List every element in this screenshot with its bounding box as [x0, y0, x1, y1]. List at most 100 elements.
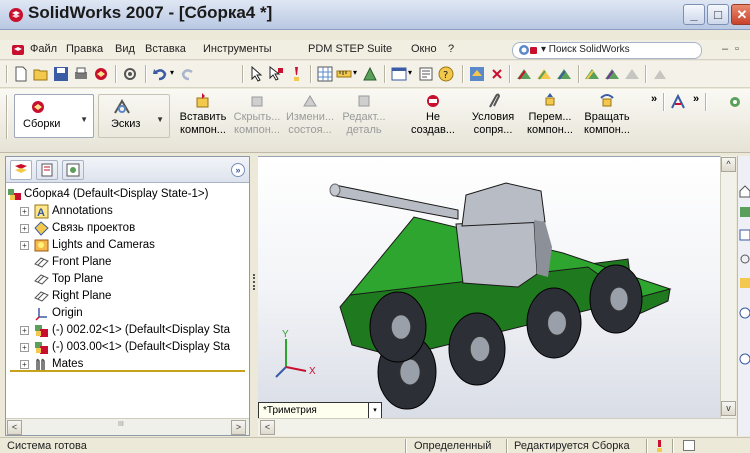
tab-assemblies[interactable]: Сборки ▼ — [14, 94, 94, 138]
assembly-tool-6-icon[interactable] — [624, 66, 640, 82]
undo-icon[interactable] — [152, 66, 168, 82]
mate-command[interactable]: Условия сопря... — [465, 93, 521, 137]
resources-icon[interactable] — [739, 205, 750, 219]
print-icon[interactable] — [73, 66, 89, 82]
viewport-scroll-left-button[interactable]: < — [260, 420, 275, 435]
assembly-tool-3-icon[interactable] — [556, 66, 572, 82]
expand-toggle[interactable]: + — [20, 207, 29, 216]
view-orientation-selector[interactable]: *Триметрия ▾ — [258, 402, 382, 419]
tab-sketch[interactable]: Эскиз ▼ — [98, 94, 170, 138]
tree-item-top-plane[interactable]: Top Plane — [6, 271, 249, 288]
menu-edit[interactable]: Правка — [66, 43, 103, 55]
redo-icon[interactable] — [180, 66, 196, 82]
help-icon[interactable]: ? — [438, 66, 454, 82]
graphics-viewport[interactable]: Y X — [258, 156, 720, 418]
assembly-tool-7-icon[interactable] — [652, 66, 668, 82]
tree-item-component-002[interactable]: + (-) 002.02<1> (Default<Display Sta — [6, 322, 249, 339]
tree-item-design-binder[interactable]: + Связь проектов — [6, 220, 249, 237]
insert-component-command[interactable]: Вставить компон... — [174, 93, 232, 137]
menu-pdm-step-suite[interactable]: PDM STEP Suite — [308, 43, 392, 55]
scroll-grip[interactable]: III — [118, 421, 124, 428]
measure-icon[interactable] — [336, 66, 352, 82]
tree-rollback-bar[interactable] — [10, 370, 245, 372]
tree-item-assembly[interactable]: Сборка4 (Default<Display State-1>) — [6, 186, 249, 203]
viewport-hscroll[interactable]: < — [258, 418, 736, 436]
splitter-grip[interactable] — [253, 274, 256, 290]
doc-restore-button[interactable]: ▫ — [735, 43, 739, 55]
measure-dropdown-icon[interactable]: ▾ — [353, 68, 357, 77]
menu-insert[interactable]: Вставка — [145, 43, 186, 55]
settings-gear-icon[interactable] — [727, 94, 743, 110]
move-component-command[interactable]: Перем... компон... — [522, 93, 578, 137]
tab-feature-tree[interactable] — [10, 160, 32, 180]
command-overflow-button[interactable]: » — [651, 93, 657, 105]
menu-help[interactable]: ? — [448, 43, 454, 55]
minimize-button[interactable]: _ — [683, 4, 705, 25]
view-toolbar-icon[interactable] — [469, 66, 485, 82]
no-external-refs-command[interactable]: Не создав... — [405, 93, 461, 137]
expand-toggle[interactable]: + — [20, 224, 29, 233]
tank-model[interactable]: Y X — [258, 157, 720, 418]
edit-part-command[interactable]: Редакт... деталь — [337, 93, 391, 137]
expand-toggle[interactable]: + — [20, 343, 29, 352]
status-toggle-box[interactable] — [683, 440, 695, 451]
mass-properties-icon[interactable] — [362, 66, 378, 82]
menu-window[interactable]: Окно — [411, 43, 437, 55]
assembly-tool-1-icon[interactable] — [516, 66, 532, 82]
tree-item-annotations[interactable]: + A Annotations — [6, 203, 249, 220]
select-pointer-icon[interactable] — [249, 66, 265, 82]
expand-toggle[interactable]: + — [20, 360, 29, 369]
menu-file[interactable]: Файл — [30, 43, 57, 55]
solidworks-menu-icon[interactable] — [11, 43, 25, 57]
scroll-up-button[interactable]: ^ — [721, 157, 736, 172]
home-icon[interactable] — [739, 184, 750, 198]
collapse-left-icon[interactable] — [739, 306, 750, 320]
options-icon[interactable] — [122, 66, 138, 82]
new-document-icon[interactable] — [13, 66, 29, 82]
smart-fasteners-icon[interactable] — [670, 94, 686, 110]
design-library-icon[interactable] — [739, 228, 750, 242]
collapse-left-icon-2[interactable] — [739, 352, 750, 366]
tree-item-origin[interactable]: Origin — [6, 305, 249, 322]
properties-icon[interactable] — [418, 66, 434, 82]
search-solidworks-box[interactable]: ▾ Поиск SolidWorks — [512, 42, 702, 59]
window-tile-icon[interactable] — [391, 66, 407, 82]
menu-tools[interactable]: Инструменты — [203, 43, 272, 55]
scroll-right-button[interactable]: > — [231, 420, 246, 435]
close-document-icon[interactable] — [489, 66, 505, 82]
close-button[interactable]: ✕ — [731, 4, 750, 25]
file-explorer-icon[interactable] — [739, 252, 750, 266]
expand-toggle[interactable]: + — [20, 326, 29, 335]
doc-minimize-button[interactable]: – — [722, 43, 728, 55]
menu-view[interactable]: Вид — [115, 43, 135, 55]
rebuild-status-icon[interactable] — [655, 440, 664, 452]
tree-item-component-003[interactable]: + (-) 003.00<1> (Default<Display Sta — [6, 339, 249, 356]
view-orientation-dropdown-icon[interactable]: ▾ — [368, 403, 381, 418]
make-assembly-icon[interactable] — [93, 66, 109, 82]
toolbar-grip[interactable] — [6, 65, 8, 83]
viewport-vscroll[interactable]: ^ v — [720, 156, 736, 418]
assembly-tool-2-icon[interactable] — [536, 66, 552, 82]
search-results-icon[interactable] — [739, 276, 750, 290]
assembly-tool-4-icon[interactable] — [584, 66, 600, 82]
undo-dropdown-icon[interactable]: ▾ — [170, 68, 174, 77]
rebuild-icon[interactable] — [288, 66, 304, 82]
tab-configuration-manager[interactable] — [62, 160, 84, 180]
expand-toggle[interactable]: + — [20, 241, 29, 250]
overflow-button-2[interactable]: » — [693, 93, 699, 105]
scroll-left-button[interactable]: < — [7, 420, 22, 435]
save-icon[interactable] — [53, 66, 69, 82]
tree-item-right-plane[interactable]: Right Plane — [6, 288, 249, 305]
window-dropdown-icon[interactable]: ▾ — [408, 68, 412, 77]
scroll-down-button[interactable]: v — [721, 401, 736, 416]
maximize-button[interactable]: □ — [707, 4, 729, 25]
assembly-tool-5-icon[interactable] — [604, 66, 620, 82]
tab-property-manager[interactable] — [36, 160, 58, 180]
grid-icon[interactable] — [317, 66, 333, 82]
feature-tree-hscroll[interactable]: < III > — [6, 418, 249, 435]
select-components-icon[interactable] — [268, 66, 284, 82]
feature-manager-more-button[interactable]: » — [231, 163, 245, 177]
hide-components-command[interactable]: Скрыть... компон... — [231, 93, 283, 137]
panel-splitter[interactable] — [251, 156, 258, 436]
open-folder-icon[interactable] — [33, 66, 49, 82]
